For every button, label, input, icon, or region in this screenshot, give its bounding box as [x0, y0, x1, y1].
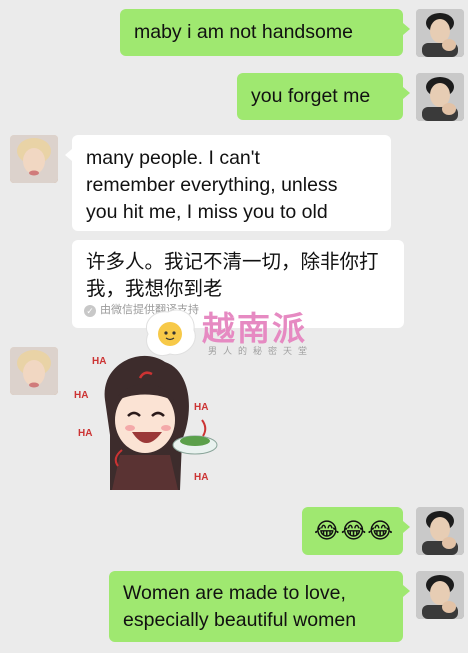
- sticker-ha-label: HA: [194, 402, 208, 413]
- contact-avatar[interactable]: [10, 347, 58, 395]
- contact-avatar-photo: [10, 135, 58, 183]
- message-line: Women are made to love,: [123, 582, 346, 604]
- laughing-sticker[interactable]: HA HA HA HA HA: [70, 340, 225, 495]
- sticker-ha-label: HA: [92, 356, 106, 367]
- emoji-message-text: 😂😂😂: [314, 518, 395, 543]
- message-bubble[interactable]: 😂😂😂: [302, 507, 410, 555]
- message-bubble[interactable]: maby i am not handsome: [120, 9, 410, 56]
- message-text: maby i am not handsome: [134, 21, 353, 43]
- message-line: especially beautiful women: [123, 609, 357, 631]
- message-line: many people. I can't: [86, 147, 260, 169]
- my-avatar[interactable]: [416, 507, 464, 555]
- my-avatar[interactable]: [416, 73, 464, 121]
- my-avatar-photo: [416, 9, 464, 57]
- sticker-ha-label: HA: [74, 390, 88, 401]
- message-bubble[interactable]: Women are made to love, especially beaut…: [109, 571, 410, 642]
- message-bubble[interactable]: you forget me: [237, 73, 410, 120]
- my-avatar-photo: [416, 507, 464, 555]
- my-avatar[interactable]: [416, 571, 464, 619]
- message-line: you hit me, I miss you to old: [86, 201, 328, 223]
- translation-line: 许多人。我记不清一切，除非你打: [86, 251, 379, 273]
- my-avatar-photo: [416, 571, 464, 619]
- sticker-ha-label: HA: [194, 472, 208, 483]
- message-bubble[interactable]: many people. I can't remember everything…: [65, 135, 391, 231]
- sticker-ha-label: HA: [78, 428, 92, 439]
- contact-avatar-photo: [10, 347, 58, 395]
- message-line: remember everything, unless: [86, 174, 338, 196]
- contact-avatar[interactable]: [10, 135, 58, 183]
- check-circle-icon: ✓: [84, 304, 96, 317]
- my-avatar[interactable]: [416, 9, 464, 57]
- laughing-character-icon: HA HA HA HA HA: [74, 355, 218, 490]
- message-text: you forget me: [251, 85, 371, 107]
- my-avatar-photo: [416, 73, 464, 121]
